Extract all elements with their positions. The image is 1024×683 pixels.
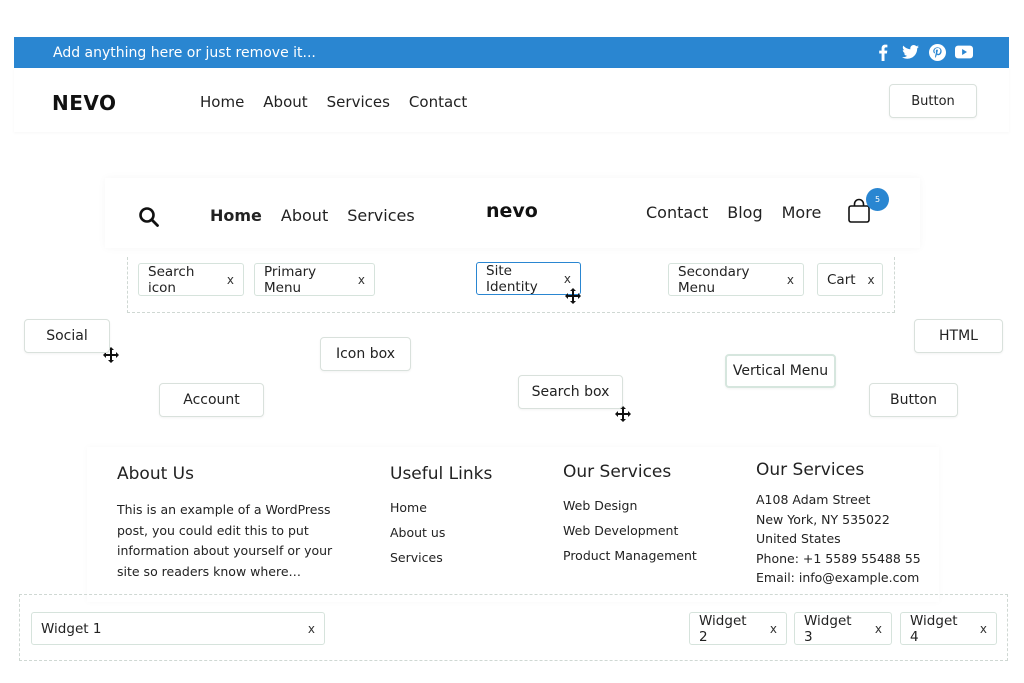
component-label: Cart	[827, 271, 856, 288]
widget-1[interactable]: Widget 1 x	[31, 612, 325, 645]
footer-link[interactable]: Home	[390, 495, 492, 520]
footer-service-link[interactable]: Web Design	[563, 493, 697, 518]
search-icon[interactable]	[138, 206, 160, 232]
primary-menu: Home About Services	[210, 206, 415, 225]
footer-links-title: Useful Links	[390, 464, 493, 484]
component-label: Site Identity	[486, 262, 538, 295]
footer-contact-title: Our Services	[756, 460, 865, 480]
widget-label: Widget 4	[910, 612, 958, 645]
nav2-item-home[interactable]: Home	[210, 206, 262, 225]
component-icon-box[interactable]: Icon box	[320, 337, 411, 371]
component-html[interactable]: HTML	[914, 319, 1003, 353]
remove-icon[interactable]: x	[787, 273, 794, 287]
remove-icon[interactable]: x	[868, 273, 875, 287]
footer-link[interactable]: About us	[390, 520, 492, 545]
remove-icon[interactable]: x	[770, 622, 777, 636]
social-icons	[874, 43, 973, 61]
remove-icon[interactable]: x	[980, 622, 987, 636]
component-label: Search icon	[148, 263, 195, 296]
component-search-box[interactable]: Search box	[518, 375, 623, 409]
footer-service-link[interactable]: Web Development	[563, 518, 697, 543]
cart-count-badge: 5	[866, 188, 889, 211]
footer-about-text: This is an example of a WordPress post, …	[117, 502, 333, 579]
component-label: Primary Menu	[264, 263, 317, 296]
footer-contact-column: Our Services A108 Adam Street New York, …	[756, 460, 921, 588]
footer-links-column: Useful Links Home About us Services	[390, 464, 492, 570]
component-cart[interactable]: Cart x	[817, 263, 883, 296]
site-logo[interactable]: NEVO	[52, 91, 117, 115]
nav-item-contact[interactable]: Contact	[409, 93, 467, 111]
footer-link[interactable]: Services	[390, 545, 492, 570]
component-button[interactable]: Button	[869, 383, 958, 417]
main-nav: Home About Services Contact	[200, 93, 467, 111]
footer-about-title: About Us	[117, 464, 194, 484]
facebook-icon[interactable]	[874, 43, 892, 61]
footer-about-column: About Us This is an example of a WordPre…	[117, 464, 352, 582]
top-bar: Add anything here or just remove it...	[14, 37, 1009, 68]
component-search-icon[interactable]: Search icon x	[138, 263, 244, 296]
move-cursor-icon	[565, 288, 581, 304]
widget-label: Widget 1	[41, 620, 102, 637]
footer-services-title: Our Services	[563, 462, 672, 482]
footer-preview: About Us This is an example of a WordPre…	[87, 447, 939, 602]
contact-line: United States	[756, 531, 841, 546]
remove-icon[interactable]: x	[308, 622, 315, 636]
component-secondary-menu[interactable]: Secondary Menu x	[668, 263, 804, 296]
twitter-icon[interactable]	[901, 43, 919, 61]
header-preview: Home About Services nevo Contact Blog Mo…	[105, 178, 920, 248]
nav2-item-more[interactable]: More	[782, 203, 822, 222]
widget-label: Widget 2	[699, 612, 747, 645]
contact-line: Phone: +1 5589 55488 55	[756, 550, 921, 566]
remove-icon[interactable]: x	[358, 273, 365, 287]
contact-line: A108 Adam Street	[756, 492, 871, 507]
contact-line: New York, NY 535022	[756, 511, 890, 527]
footer-service-link[interactable]: Product Management	[563, 543, 697, 568]
component-social[interactable]: Social	[24, 319, 110, 353]
widget-label: Widget 3	[804, 612, 852, 645]
header-button[interactable]: Button	[889, 84, 977, 118]
nav2-item-about[interactable]: About	[281, 206, 328, 225]
secondary-menu: Contact Blog More	[646, 203, 821, 222]
main-header: NEVO Home About Services Contact Button	[14, 68, 1009, 132]
youtube-icon[interactable]	[955, 43, 973, 61]
remove-icon[interactable]: x	[227, 273, 234, 287]
nav2-item-services[interactable]: Services	[347, 206, 414, 225]
widget-4[interactable]: Widget 4 x	[900, 612, 997, 645]
nav2-item-blog[interactable]: Blog	[727, 203, 762, 222]
nav2-item-contact[interactable]: Contact	[646, 203, 708, 222]
pinterest-icon[interactable]	[928, 43, 946, 61]
component-vertical-menu[interactable]: Vertical Menu	[725, 354, 836, 388]
component-label: Secondary Menu	[678, 263, 750, 296]
component-primary-menu[interactable]: Primary Menu x	[254, 263, 375, 296]
remove-icon[interactable]: x	[875, 622, 882, 636]
component-account[interactable]: Account	[159, 383, 264, 417]
top-bar-text: Add anything here or just remove it...	[53, 45, 316, 61]
footer-services-column: Our Services Web Design Web Development …	[563, 462, 697, 568]
widget-2[interactable]: Widget 2 x	[689, 612, 787, 645]
contact-line: Email: info@example.com	[756, 570, 920, 585]
nav-item-about[interactable]: About	[263, 93, 307, 111]
remove-icon[interactable]: x	[564, 272, 571, 286]
site-identity-logo[interactable]: nevo	[486, 200, 538, 222]
nav-item-services[interactable]: Services	[327, 93, 390, 111]
nav-item-home[interactable]: Home	[200, 93, 244, 111]
widget-3[interactable]: Widget 3 x	[794, 612, 892, 645]
